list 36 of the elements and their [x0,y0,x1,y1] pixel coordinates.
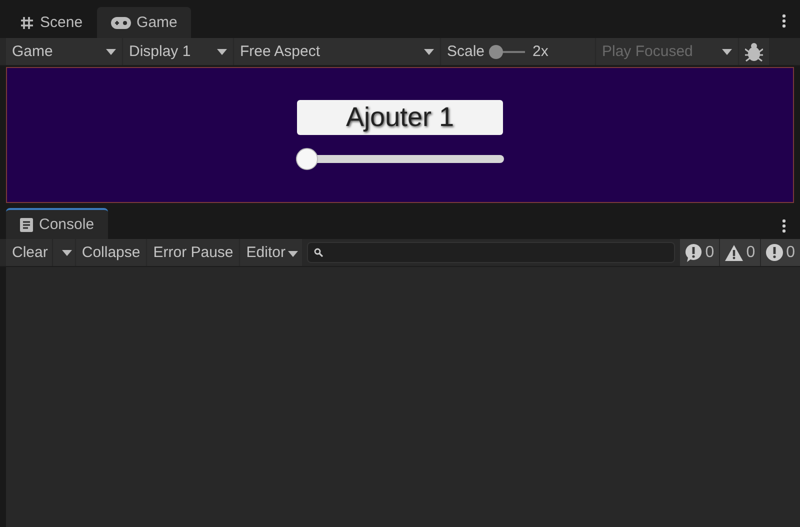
slider[interactable] [296,148,504,170]
aspect-dropdown[interactable]: Free Aspect [234,38,440,65]
caret-icon [288,251,298,257]
warning-icon [725,244,744,260]
bug-icon[interactable] [745,42,763,62]
panel-tab[interactable]: Scene [6,7,97,38]
error-icon [766,244,784,261]
speech-bubble-icon [685,244,702,262]
search-icon [314,248,324,257]
error-pause-button[interactable]: Error Pause [147,239,240,266]
search-field[interactable] [307,242,676,263]
panel-tab[interactable]: Console [6,208,108,239]
mode-dropdown[interactable]: Game [6,38,122,65]
clear-button[interactable]: Clear [6,239,75,266]
caret-icon [424,48,434,54]
editor-dropdown[interactable]: Editor [240,239,302,266]
collapse-button[interactable]: Collapse [76,239,146,266]
more-icon[interactable] [782,219,786,233]
scale-value: 2x [532,43,548,60]
caret-icon [62,250,72,256]
slider-thumb[interactable] [488,44,503,58]
caret-icon [106,48,116,54]
add-button[interactable]: Ajouter 1 [297,100,503,135]
caret-icon [722,48,732,54]
console-icon [20,218,33,232]
caret-icon [217,48,227,54]
gamepad-icon [110,16,131,28]
display-dropdown[interactable]: Display 1 [123,38,233,65]
slider-thumb[interactable] [296,148,318,170]
grid-icon [20,16,34,30]
log-counter[interactable]: 0 [761,239,800,266]
more-icon[interactable] [782,14,786,28]
panel-tab[interactable]: Game [96,7,192,38]
log-counter[interactable]: 0 [720,239,760,266]
log-counter[interactable]: 0 [680,239,720,266]
scale-label: Scale [447,43,485,60]
